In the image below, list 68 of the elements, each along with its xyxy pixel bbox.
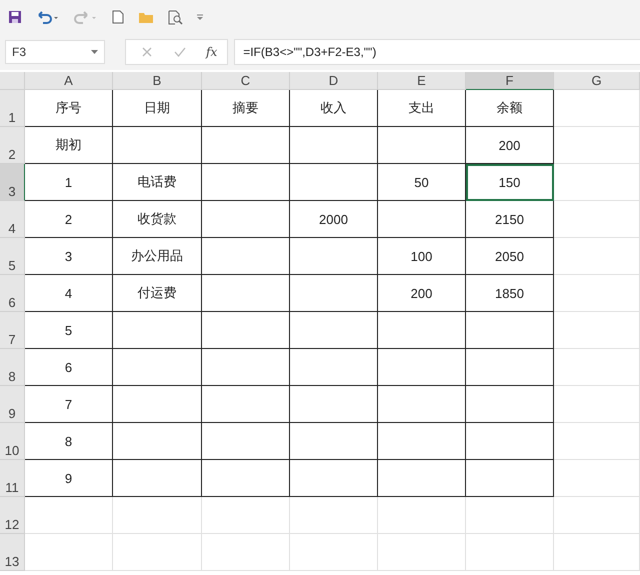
- table-cell: 100: [378, 238, 466, 275]
- table-cell: 2000: [290, 201, 378, 238]
- undo-icon: [36, 10, 60, 24]
- table-cell: 6: [25, 349, 113, 386]
- dropdown-icon: [197, 14, 203, 20]
- table-cell: 2: [25, 201, 113, 238]
- table-cell: 1850: [466, 275, 554, 312]
- row-header[interactable]: 2: [0, 127, 25, 164]
- table-cell: 8: [25, 423, 113, 460]
- magnifier-page-icon: [168, 10, 183, 24]
- table-cell: 余额: [466, 90, 554, 127]
- row-header[interactable]: 7: [0, 312, 25, 349]
- row-header[interactable]: 12: [0, 497, 25, 534]
- table-cell: 2150: [466, 201, 554, 238]
- column-header[interactable]: F: [466, 72, 554, 90]
- table-cell: 200: [378, 275, 466, 312]
- row-header[interactable]: 4: [0, 201, 25, 238]
- table-cell: 1: [25, 164, 113, 201]
- row-header[interactable]: 10: [0, 423, 25, 460]
- table-cell: 收货款: [113, 201, 202, 238]
- table-cell: 2050: [466, 238, 554, 275]
- row-header[interactable]: 8: [0, 349, 25, 386]
- table-cell: 9: [25, 460, 113, 497]
- table-cell: 3: [25, 238, 113, 275]
- table-cell: 序号: [25, 90, 113, 127]
- table-cell: 200: [466, 127, 554, 164]
- table-cell: 5: [25, 312, 113, 349]
- enter-button[interactable]: [172, 45, 188, 59]
- check-icon: [174, 47, 186, 57]
- row-header[interactable]: 1: [0, 90, 25, 127]
- close-icon: [142, 47, 152, 57]
- row-header[interactable]: 11: [0, 460, 25, 497]
- table-cell: 电话费: [113, 164, 202, 201]
- column-header[interactable]: C: [202, 72, 290, 90]
- row-header[interactable]: 3: [0, 164, 25, 201]
- table-cell: 办公用品: [113, 238, 202, 275]
- row-header[interactable]: 5: [0, 238, 25, 275]
- table-cell: 支出: [378, 90, 466, 127]
- save-icon: [8, 10, 22, 24]
- insert-function-button[interactable]: fx: [206, 45, 218, 59]
- row-header[interactable]: 9: [0, 386, 25, 423]
- folder-icon: [138, 10, 154, 24]
- caret-icon: [91, 50, 98, 54]
- table-cell: 4: [25, 275, 113, 312]
- name-box[interactable]: F3: [5, 40, 105, 64]
- table-cell: 期初: [25, 127, 113, 164]
- column-header[interactable]: D: [290, 72, 378, 90]
- table-cell: 7: [25, 386, 113, 423]
- formula-field[interactable]: =IF(B3<>"",D3+F2-E3,""): [234, 39, 640, 65]
- redo-icon: [74, 10, 98, 24]
- row-header[interactable]: 13: [0, 534, 25, 571]
- print-preview-button[interactable]: [166, 8, 185, 26]
- table-cell: 收入: [290, 90, 378, 127]
- new-document-button[interactable]: [110, 8, 126, 26]
- column-header[interactable]: B: [113, 72, 202, 90]
- customize-toolbar-button[interactable]: [195, 12, 205, 22]
- document-icon: [112, 10, 124, 24]
- table-cell: 付运费: [113, 275, 202, 312]
- table-cell: 50: [378, 164, 466, 201]
- table-cell: 日期: [113, 90, 202, 127]
- cancel-button[interactable]: [140, 45, 154, 59]
- table-cell: 150: [466, 164, 554, 201]
- column-header[interactable]: A: [25, 72, 113, 90]
- column-header[interactable]: E: [378, 72, 466, 90]
- table-cell: 摘要: [202, 90, 290, 127]
- save-button[interactable]: [6, 8, 24, 26]
- column-header[interactable]: G: [554, 72, 640, 90]
- row-header[interactable]: 6: [0, 275, 25, 312]
